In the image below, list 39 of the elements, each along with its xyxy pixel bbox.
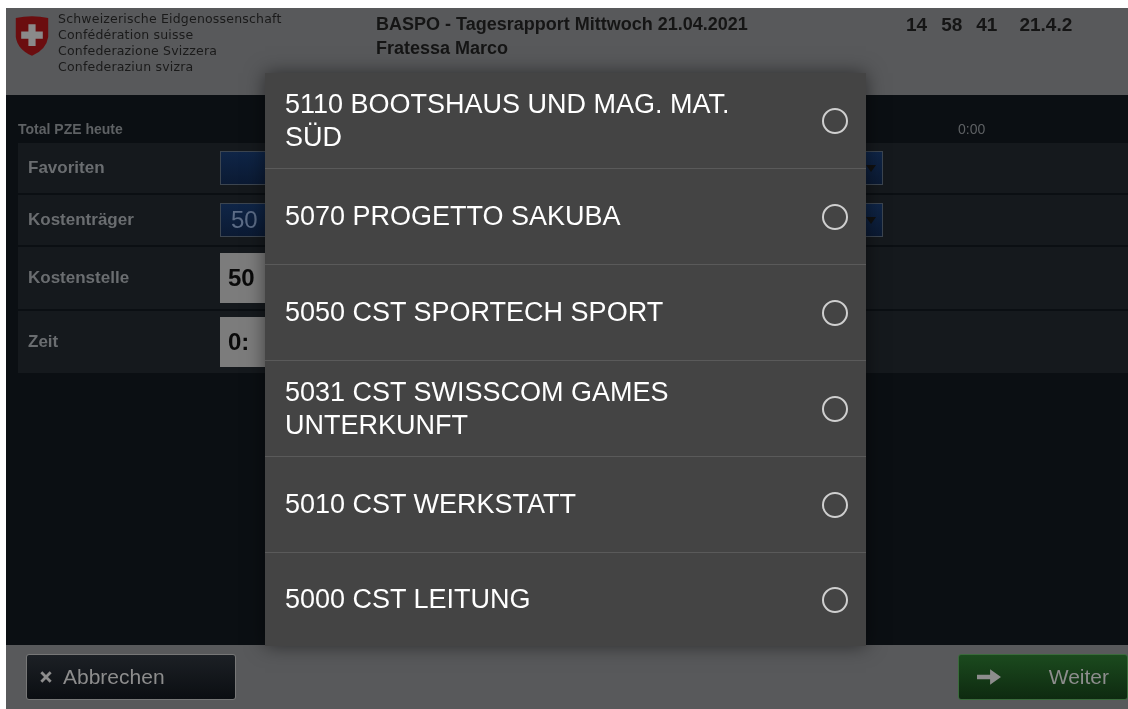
option-label: 5031 CST SWISSCOM GAMES UNTERKUNFT [285, 375, 670, 442]
clock-text: 41 [976, 13, 998, 37]
option-item[interactable]: 5000 CST LEITUNG [265, 553, 866, 646]
field-label: Kostenträger [28, 210, 135, 230]
date-text: 21.4.2 [1019, 13, 1073, 37]
field-label: Zeit [28, 332, 60, 352]
option-label: 5050 CST SPORTECH SPORT [285, 296, 665, 329]
clock-text: 58 [941, 13, 963, 37]
summary-label: Total PZE heute [18, 121, 123, 137]
field-label: Favoriten [28, 158, 106, 178]
radio-button[interactable] [822, 586, 848, 613]
field-label: Kostenstelle [28, 268, 131, 288]
radio-button[interactable] [822, 299, 848, 326]
option-label: 5110 BOOTSHAUS UND MAG. MAT. SÜD [285, 87, 731, 154]
option-item[interactable]: 5010 CST WERKSTATT [265, 457, 866, 553]
user-name: Fratessa Marco [376, 37, 510, 60]
option-label: 5000 CST LEITUNG [285, 583, 532, 616]
report-title: BASPO - Tagesrapport Mittwoch 21.04.2021 [376, 13, 749, 36]
option-item[interactable]: 5070 PROGETTO SAKUBA [265, 169, 866, 265]
close-icon [39, 670, 53, 684]
radio-button[interactable] [822, 491, 848, 518]
swiss-shield-icon [14, 14, 50, 58]
option-label: 5010 CST WERKSTATT [285, 488, 578, 521]
option-item[interactable]: 5110 BOOTSHAUS UND MAG. MAT. SÜD [265, 73, 866, 169]
clock-text: 14 [906, 13, 928, 37]
option-label: 5070 PROGETTO SAKUBA [285, 200, 622, 233]
confederation-text: Confederaziun svizra [58, 58, 195, 76]
summary-value: 0:00 [958, 121, 987, 137]
confederation-text: Confédération suisse [58, 26, 195, 44]
next-button[interactable]: Weiter [958, 654, 1128, 700]
confederation-text: Confederazione Svizzera [58, 42, 219, 60]
arrow-right-icon [977, 669, 1001, 685]
cancel-button[interactable]: Abbrechen [26, 654, 236, 700]
option-item[interactable]: 5050 CST SPORTECH SPORT [265, 265, 866, 361]
radio-button[interactable] [822, 107, 848, 134]
radio-button[interactable] [822, 203, 848, 230]
radio-button[interactable] [822, 395, 848, 422]
confederation-text: Schweizerische Eidgenossenschaft [58, 10, 283, 28]
option-item[interactable]: 5031 CST SWISSCOM GAMES UNTERKUNFT [265, 361, 866, 457]
